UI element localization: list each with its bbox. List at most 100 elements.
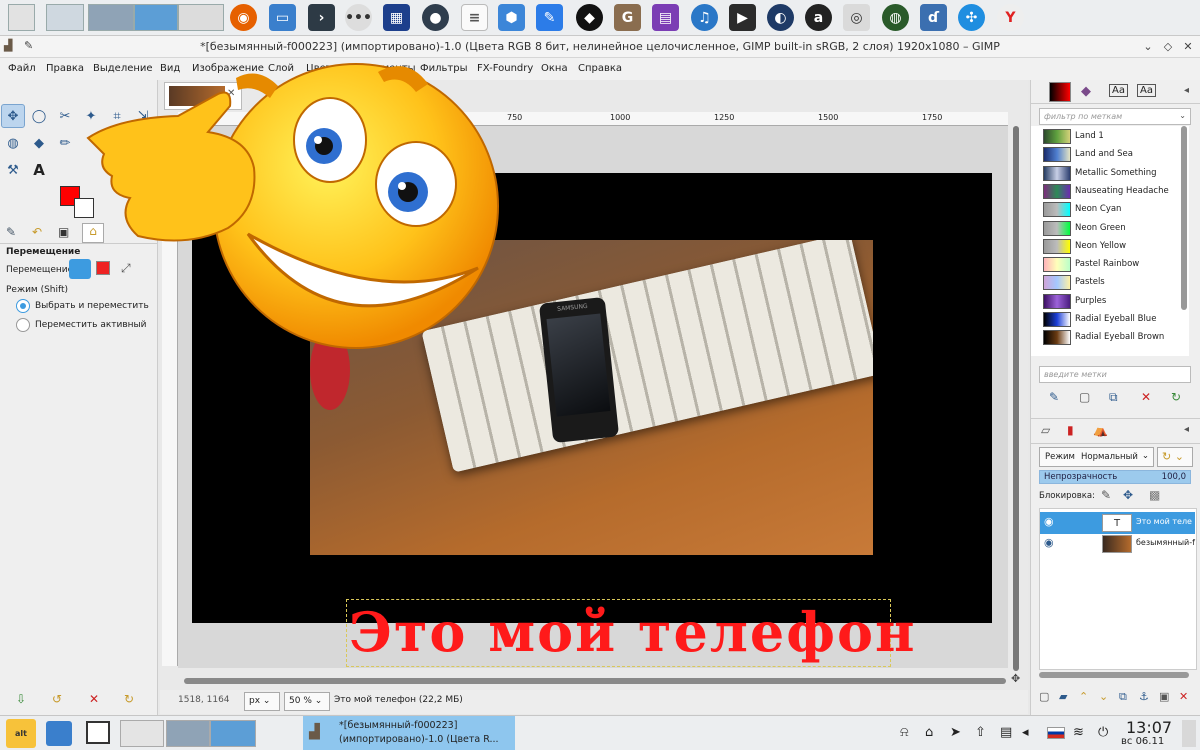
edit-gradient-icon[interactable]: ✎ [1049,390,1059,404]
undo-history-tab-icon[interactable]: ↶ [32,225,42,239]
disc-icon[interactable]: ● [422,4,449,31]
lock-pixels-icon[interactable]: ✎ [1101,488,1111,502]
media-player-icon[interactable]: ◐ [767,4,794,31]
unit-select[interactable]: px ⌄ [244,692,280,711]
gradient-item[interactable]: Purples [1041,293,1181,310]
gradient-item[interactable]: Land 1 [1041,128,1181,145]
workspace-pager-2[interactable] [166,720,210,747]
desktop-launcher-icon[interactable] [86,721,110,744]
duplicate-layer-icon[interactable]: ⧉ [1119,690,1127,704]
fonts-tab-icon[interactable]: Aa [1109,84,1128,97]
a-app-icon[interactable]: a [805,4,832,31]
tag-filter-input[interactable]: фильтр по меткам ⌄ [1039,108,1191,125]
wifi-icon[interactable]: ≋ [1073,725,1084,740]
vertical-scrollbar[interactable] [1013,126,1019,671]
gradient-item[interactable]: Land and Sea [1041,146,1181,163]
file-manager-icon[interactable]: ▭ [269,4,296,31]
gradients-scrollbar[interactable] [1181,126,1187,310]
tool-options-tab-icon[interactable]: ✎ [6,225,16,239]
app-grid-icon[interactable]: ▦ [383,4,410,31]
clock-time[interactable]: 13:07 [1126,718,1172,737]
gradient-item[interactable]: Neon Cyan [1041,201,1181,218]
layer-row-image[interactable]: ◉ безымянный-f [1040,533,1195,555]
dock-menu-icon[interactable]: ◂ [1184,85,1189,96]
lower-layer-icon[interactable]: ⌄ [1099,690,1108,703]
diamond-icon[interactable]: ◆ [576,4,603,31]
radio-move-active[interactable] [16,318,30,332]
close-button[interactable]: ✕ [1180,39,1196,55]
document-icon[interactable]: ≡ [461,4,488,31]
channels-tab-icon[interactable]: ▮ [1067,423,1074,437]
layers-tab-icon[interactable]: ▱ [1041,423,1050,437]
headphones-icon[interactable]: ♫ [691,4,718,31]
notifications-icon[interactable]: ⍾ [900,725,909,740]
font-tab-icon[interactable]: Aa [1137,84,1156,97]
workspace-switcher-4[interactable] [134,4,178,31]
navigate-icon[interactable]: ✥ [1011,672,1020,685]
globe-icon[interactable]: ◍ [882,4,909,31]
tag-input[interactable]: введите метки [1039,366,1191,383]
menu-help[interactable]: Справка [578,63,622,74]
gimp-task-button[interactable]: ▟ *[безымянный-f000223] (импортировано)-… [303,716,515,750]
firefox-icon[interactable]: ◉ [230,4,257,31]
horizontal-scrollbar[interactable] [184,678,1006,684]
zoom-select[interactable]: 50 % ⌄ [284,692,330,711]
calculator-icon[interactable]: ▤ [652,4,679,31]
refresh-gradients-icon[interactable]: ↻ [1171,390,1181,404]
workspace-switcher-1[interactable] [8,4,35,31]
workspace-switcher-3[interactable] [88,4,134,31]
yandex-browser-icon[interactable]: Y [997,4,1024,31]
restore-options-icon[interactable]: ↺ [52,692,62,706]
clipboard-icon[interactable]: ▤ [1000,725,1012,740]
gradient-item[interactable]: Neon Green [1041,220,1181,237]
pencil-icon[interactable]: ✏ [53,131,77,155]
delete-gradient-icon[interactable]: ✕ [1141,390,1151,404]
text-layer-bounds[interactable]: Это мой телефон [346,599,915,667]
network-icon[interactable]: ✣ [958,4,985,31]
patterns-tab-icon[interactable]: ◆ [1081,84,1091,99]
gimp-icon[interactable]: G [614,4,641,31]
terminal-icon[interactable]: › [308,4,335,31]
gradient-item[interactable]: Metallic Something [1041,165,1181,182]
keyboard-layout-flag-icon[interactable] [1047,727,1065,739]
composite-mode-select[interactable]: ↻ ⌄ [1157,447,1193,467]
layer-visibility-eye-icon[interactable]: ◉ [1044,515,1054,528]
bucket-fill-icon[interactable]: ◍ [1,131,25,155]
workspace-pager-1[interactable] [120,720,164,747]
sound-icon[interactable]: ◂ [1022,725,1029,740]
start-menu-icon[interactable]: alt [6,719,36,748]
delete-layer-icon[interactable]: ✕ [1179,690,1188,703]
layers-hscrollbar[interactable] [1039,672,1189,678]
raise-layer-icon[interactable]: ⌃ [1079,690,1088,703]
updates-icon[interactable]: ⇧ [975,725,986,740]
gradient-item[interactable]: Neon Yellow [1041,238,1181,255]
duplicate-gradient-icon[interactable]: ⧉ [1109,390,1118,405]
new-gradient-icon[interactable]: ▢ [1079,390,1090,404]
minimize-button[interactable]: ⌄ [1140,39,1156,55]
layer-mode-select[interactable]: Режим Нормальный ⌄ [1039,447,1154,467]
workspace-switcher-5[interactable] [178,4,224,31]
maximize-button[interactable]: ◇ [1160,39,1176,55]
gradient-item[interactable]: Nauseating Headache [1041,183,1181,200]
gradient-item[interactable]: Pastels [1041,274,1181,291]
video-editor-icon[interactable]: ▶ [729,4,756,31]
move-tool-icon[interactable]: ✥ [1,104,25,128]
ellipse-select-icon[interactable]: ◯ [27,104,51,128]
menu-file[interactable]: Файл [8,63,36,74]
files-launcher-icon[interactable] [46,721,72,746]
show-desktop-button[interactable] [1182,720,1196,747]
layers-menu-icon[interactable]: ◂ [1184,424,1189,435]
text-tool-icon[interactable]: A [27,158,51,182]
tag-filter-dropdown-icon[interactable]: ⌄ [1179,111,1186,120]
webcam-icon[interactable]: ◎ [843,4,870,31]
text-editor-icon[interactable]: ✎ [536,4,563,31]
package-icon[interactable]: ⬢ [498,4,525,31]
reset-options-icon[interactable]: ↻ [124,692,134,706]
opacity-slider[interactable]: Непрозрачность 100,0 [1039,470,1191,484]
gradients-tab-icon[interactable] [1049,82,1071,102]
tray-bag-icon[interactable]: ⌂ [925,725,933,740]
telegram-like-icon[interactable]: ɗ [920,4,947,31]
new-layer-icon[interactable]: ▢ [1039,690,1049,703]
gradient-item[interactable]: Radial Eyeball Brown [1041,329,1181,346]
eraser-icon[interactable]: ◆ [27,131,51,155]
